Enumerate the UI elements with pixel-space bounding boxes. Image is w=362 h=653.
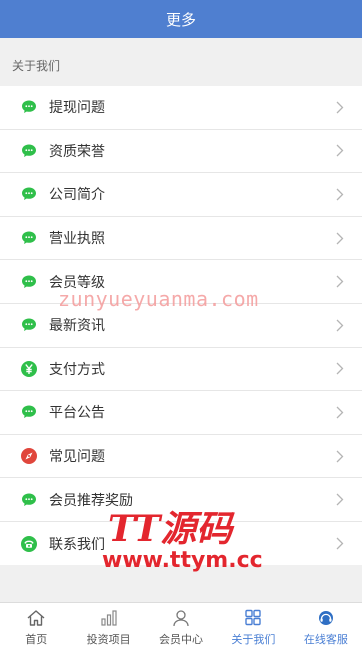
phone-icon bbox=[20, 535, 38, 553]
chevron-right-icon bbox=[334, 144, 346, 157]
chat-icon bbox=[20, 185, 38, 203]
chevron-right-icon bbox=[334, 232, 346, 245]
menu-item-payment-methods[interactable]: 支付方式 bbox=[0, 348, 362, 392]
chevron-right-icon bbox=[334, 450, 346, 463]
chevron-right-icon bbox=[334, 319, 346, 332]
menu-item-qualifications[interactable]: 资质荣誉 bbox=[0, 130, 362, 174]
headset-icon bbox=[316, 609, 336, 627]
menu-item-label: 支付方式 bbox=[49, 361, 105, 378]
menu-item-label: 公司简介 bbox=[49, 187, 105, 204]
section-header: 关于我们 bbox=[0, 44, 362, 86]
chevron-right-icon bbox=[334, 406, 346, 419]
tab-label: 首页 bbox=[25, 633, 48, 646]
chat-icon bbox=[20, 98, 38, 116]
menu-item-label: 提现问题 bbox=[49, 100, 105, 117]
logo-watermark: TT源码 www.ttym.cc bbox=[102, 508, 263, 582]
yen-icon bbox=[20, 360, 38, 378]
menu-item-label: 资质荣誉 bbox=[49, 143, 105, 160]
menu-item-company-intro[interactable]: 公司简介 bbox=[0, 173, 362, 217]
home-icon bbox=[26, 609, 46, 627]
user-icon bbox=[171, 609, 191, 627]
tab-label: 投资项目 bbox=[86, 633, 131, 646]
url-watermark: zunyueyuanma.com bbox=[58, 287, 259, 311]
menu-item-label: 常见问题 bbox=[49, 449, 105, 466]
tab-about-us[interactable]: 关于我们 bbox=[217, 603, 289, 653]
chat-icon bbox=[20, 403, 38, 421]
menu-item-announcements[interactable]: 平台公告 bbox=[0, 391, 362, 435]
menu-item-business-license[interactable]: 营业执照 bbox=[0, 217, 362, 261]
menu-item-label: 平台公告 bbox=[49, 405, 105, 422]
bar-chart-icon bbox=[99, 609, 119, 627]
logo-watermark-url: www.ttym.cc bbox=[102, 548, 263, 573]
chat-icon bbox=[20, 142, 38, 160]
bottom-tab-bar: 首页 投资项目 会员中心 关于我们 在线客服 bbox=[0, 602, 362, 653]
chat-icon bbox=[20, 316, 38, 334]
menu-item-label: 营业执照 bbox=[49, 231, 105, 248]
tab-label: 会员中心 bbox=[159, 633, 204, 646]
chat-icon bbox=[20, 491, 38, 509]
menu-item-faq[interactable]: 常见问题 bbox=[0, 435, 362, 479]
chevron-right-icon bbox=[334, 101, 346, 114]
chevron-right-icon bbox=[334, 493, 346, 506]
menu-item-label: 最新资讯 bbox=[49, 318, 105, 335]
menu-list: 提现问题 资质荣誉 公司简介 营业执照 会员等级 最新资讯 支付方式 平台公告 … bbox=[0, 86, 362, 566]
logo-watermark-title: TT源码 bbox=[108, 508, 233, 550]
chat-icon bbox=[20, 273, 38, 291]
tab-member-center[interactable]: 会员中心 bbox=[145, 603, 217, 653]
compass-icon bbox=[20, 447, 38, 465]
grid-icon bbox=[243, 609, 263, 627]
tab-home[interactable]: 首页 bbox=[0, 603, 72, 653]
chevron-right-icon bbox=[334, 275, 346, 288]
tab-label: 在线客服 bbox=[303, 633, 348, 646]
tab-label: 关于我们 bbox=[231, 633, 276, 646]
menu-item-withdrawal[interactable]: 提现问题 bbox=[0, 86, 362, 130]
tab-investment-projects[interactable]: 投资项目 bbox=[72, 603, 144, 653]
page-title: 更多 bbox=[165, 10, 196, 29]
chevron-right-icon bbox=[334, 537, 346, 550]
tab-online-support[interactable]: 在线客服 bbox=[290, 603, 362, 653]
menu-item-label: 会员推荐奖励 bbox=[49, 492, 133, 509]
chevron-right-icon bbox=[334, 362, 346, 375]
chat-icon bbox=[20, 229, 38, 247]
chevron-right-icon bbox=[334, 188, 346, 201]
top-bar: 更多 bbox=[0, 0, 362, 38]
